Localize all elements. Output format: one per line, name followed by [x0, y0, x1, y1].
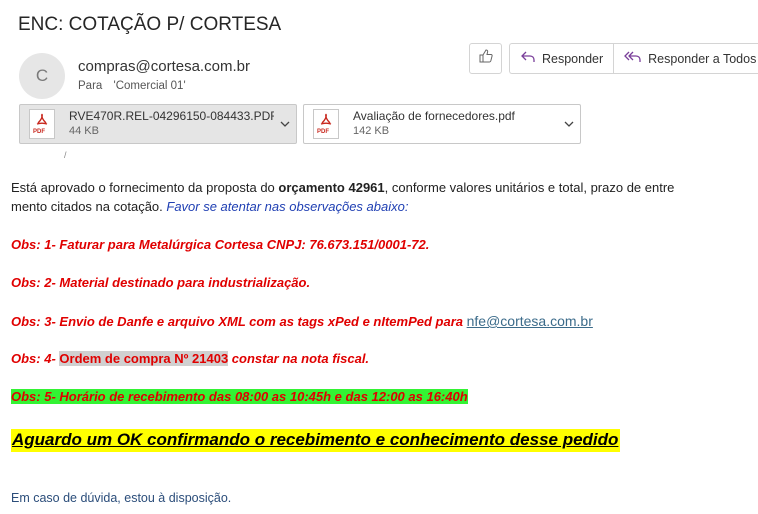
thumbs-up-icon: [478, 48, 494, 69]
body-text: Está aprovado o fornecimento da proposta…: [11, 180, 279, 195]
attachment-menu-button[interactable]: [274, 115, 296, 133]
observation-notice: Favor se atentar nas observações abaixo:: [166, 199, 409, 214]
attachment-name: Avaliação de fornecedores.pdf: [353, 109, 515, 123]
pdf-file-icon: PDF: [313, 109, 339, 139]
pdf-icon-label: PDF: [317, 129, 329, 135]
attachment-info: Avaliação de fornecedores.pdf 142 KB: [353, 109, 558, 139]
body-paragraph-line-2: mento citados na cotação. Favor se atent…: [11, 199, 408, 214]
closing-line: Em caso de dúvida, estou à disposição.: [11, 491, 232, 505]
reply-button[interactable]: Responder: [510, 44, 613, 73]
pdf-file-icon: PDF: [29, 109, 55, 139]
ok-request-highlight: Aguardo um OK confirmando o recebimento …: [11, 429, 621, 452]
sender-address[interactable]: compras@cortesa.com.br: [78, 58, 250, 75]
recipient-line: Para 'Comercial 01': [78, 80, 186, 92]
body-paragraph-line-1: Está aprovado o fornecimento da proposta…: [11, 180, 674, 195]
to-value[interactable]: 'Comercial 01': [114, 80, 186, 92]
attachment-size: 44 KB: [69, 125, 99, 137]
attachment-1[interactable]: PDF RVE470R.REL-04296150-084433.PDF.pdf …: [19, 104, 297, 144]
reply-all-button[interactable]: Responder a Todos: [613, 44, 758, 73]
to-label: Para: [78, 80, 103, 92]
reply-icon: [520, 50, 536, 67]
obs-4: Obs: 4- Ordem de compra Nº 21403 constar…: [11, 351, 369, 366]
reply-label: Responder: [542, 51, 604, 66]
obs-4-prefix: Obs: 4-: [11, 351, 60, 366]
attachment-name: RVE470R.REL-04296150-084433.PDF.pdf: [69, 109, 274, 123]
reply-all-label: Responder a Todos: [648, 51, 757, 66]
obs-4-suffix: constar na nota fiscal.: [228, 351, 370, 366]
obs-5: Obs: 5- Horário de recebimento das 08:00…: [11, 389, 468, 404]
attachment-2[interactable]: PDF Avaliação de fornecedores.pdf 142 KB: [303, 104, 581, 144]
divider-mark: /: [64, 150, 67, 160]
avatar-initial: C: [35, 66, 49, 85]
email-subject: ENC: COTAÇÃO P/ CORTESA: [18, 14, 282, 35]
chevron-down-icon: [564, 115, 574, 133]
like-button[interactable]: [469, 43, 502, 74]
budget-number: orçamento 42961: [278, 180, 385, 195]
avatar: C: [19, 53, 65, 99]
nfe-email-link[interactable]: nfe@cortesa.com.br: [467, 313, 593, 329]
pdf-icon-label: PDF: [33, 129, 45, 135]
body-text: mento citados na cotação.: [11, 199, 167, 214]
body-text: , conforme valores unitários e total, pr…: [384, 180, 675, 195]
purchase-order-highlight: Ordem de compra Nº 21403: [59, 351, 229, 366]
attachment-menu-button[interactable]: [558, 115, 580, 133]
obs-3-text: Obs: 3- Envio de Danfe e arquivo XML com…: [11, 314, 467, 329]
chevron-down-icon: [280, 115, 290, 133]
reply-all-icon: [624, 50, 642, 67]
obs-3: Obs: 3- Envio de Danfe e arquivo XML com…: [11, 313, 593, 329]
delivery-hours-highlight: Obs: 5- Horário de recebimento das 08:00…: [11, 389, 468, 404]
attachment-info: RVE470R.REL-04296150-084433.PDF.pdf 44 K…: [69, 109, 274, 139]
obs-2: Obs: 2- Material destinado para industri…: [11, 275, 311, 290]
obs-1: Obs: 1- Faturar para Metalúrgica Cortesa…: [11, 237, 430, 252]
reply-actions: Responder Responder a Todos: [509, 43, 758, 74]
attachment-size: 142 KB: [353, 125, 390, 137]
